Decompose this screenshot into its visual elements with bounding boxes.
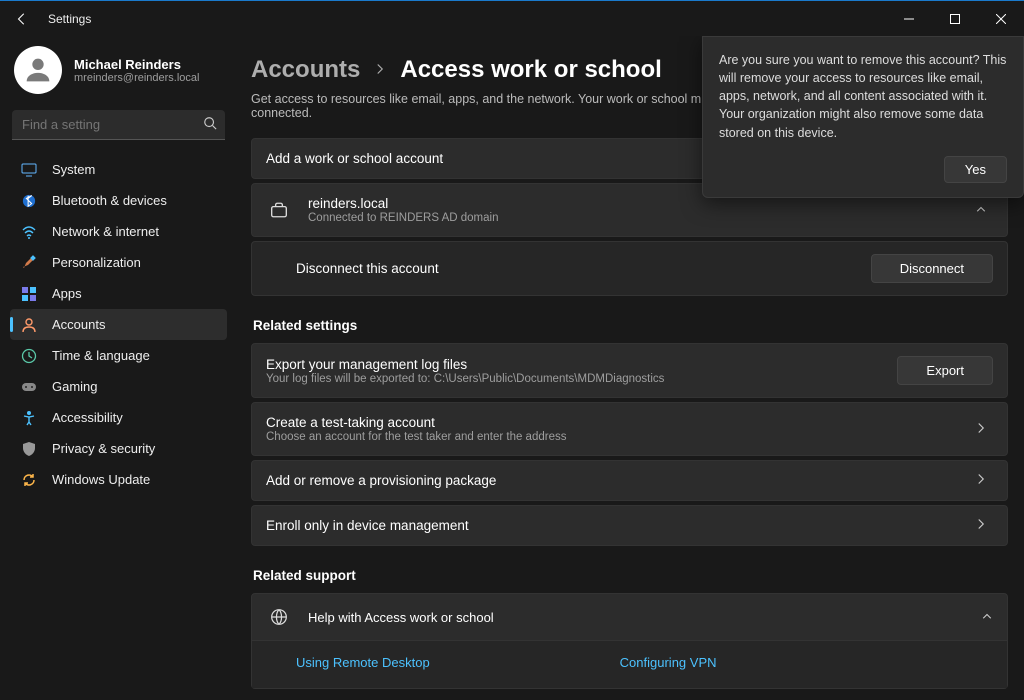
help-panel: Help with Access work or school Using Re… [251, 593, 1008, 689]
accessibility-icon [20, 409, 38, 427]
test-account-title: Create a test-taking account [266, 415, 975, 430]
connected-name: reinders.local [308, 196, 975, 211]
shield-icon [20, 440, 38, 458]
nav-label: Accessibility [52, 410, 123, 425]
profile-email: mreinders@reinders.local [74, 72, 200, 84]
related-support-heading: Related support [253, 568, 1008, 583]
apps-icon [20, 285, 38, 303]
nav-gaming[interactable]: Gaming [10, 371, 227, 402]
chevron-up-icon [975, 203, 993, 218]
confirm-remove-flyout: Are you sure you want to remove this acc… [702, 36, 1024, 198]
nav-label: Accounts [52, 317, 105, 332]
nav-label: Gaming [52, 379, 98, 394]
nav-list: System Bluetooth & devices Network & int… [10, 154, 227, 495]
nav-personalization[interactable]: Personalization [10, 247, 227, 278]
sidebar: Michael Reinders mreinders@reinders.loca… [0, 36, 235, 700]
flyout-text: Are you sure you want to remove this acc… [719, 51, 1007, 142]
search-input[interactable] [12, 110, 225, 140]
bluetooth-icon [20, 192, 38, 210]
close-button[interactable] [978, 3, 1024, 35]
nav-bluetooth[interactable]: Bluetooth & devices [10, 185, 227, 216]
nav-label: Apps [52, 286, 82, 301]
help-title: Help with Access work or school [308, 610, 981, 625]
briefcase-icon [266, 201, 292, 219]
globe-icon [266, 608, 292, 626]
nav-accessibility[interactable]: Accessibility [10, 402, 227, 433]
nav-update[interactable]: Windows Update [10, 464, 227, 495]
nav-label: Bluetooth & devices [52, 193, 167, 208]
nav-apps[interactable]: Apps [10, 278, 227, 309]
titlebar: Settings [0, 0, 1024, 36]
chevron-right-icon [975, 473, 993, 488]
nav-accounts[interactable]: Accounts [10, 309, 227, 340]
nav-system[interactable]: System [10, 154, 227, 185]
help-header[interactable]: Help with Access work or school [252, 594, 1007, 640]
disconnect-label: Disconnect this account [296, 261, 871, 276]
export-panel: Export your management log files Your lo… [251, 343, 1008, 398]
chevron-right-icon [374, 62, 386, 78]
nav-label: Time & language [52, 348, 150, 363]
enroll-panel[interactable]: Enroll only in device management [251, 505, 1008, 546]
nav-label: Personalization [52, 255, 141, 270]
system-icon [20, 161, 38, 179]
minimize-button[interactable] [886, 3, 932, 35]
gaming-icon [20, 378, 38, 396]
related-settings-heading: Related settings [253, 318, 1008, 333]
provisioning-panel[interactable]: Add or remove a provisioning package [251, 460, 1008, 501]
clock-icon [20, 347, 38, 365]
export-sub: Your log files will be exported to: C:\U… [266, 373, 897, 385]
export-title: Export your management log files [266, 357, 897, 372]
flyout-yes-button[interactable]: Yes [944, 156, 1007, 183]
maximize-button[interactable] [932, 3, 978, 35]
chevron-up-icon [981, 610, 993, 625]
search-icon [203, 116, 217, 133]
nav-label: Network & internet [52, 224, 159, 239]
profile-name: Michael Reinders [74, 57, 200, 72]
help-link-remote-desktop[interactable]: Using Remote Desktop [296, 655, 430, 670]
page-title: Access work or school [400, 56, 661, 84]
connected-status: Connected to REINDERS AD domain [308, 212, 975, 224]
nav-network[interactable]: Network & internet [10, 216, 227, 247]
nav-privacy[interactable]: Privacy & security [10, 433, 227, 464]
nav-label: Windows Update [52, 472, 150, 487]
accounts-icon [20, 316, 38, 334]
nav-time[interactable]: Time & language [10, 340, 227, 371]
breadcrumb-root[interactable]: Accounts [251, 56, 360, 84]
chevron-right-icon [975, 518, 993, 533]
test-account-sub: Choose an account for the test taker and… [266, 431, 975, 443]
avatar [14, 46, 62, 94]
back-button[interactable] [10, 7, 34, 31]
export-button[interactable]: Export [897, 356, 993, 385]
enroll-title: Enroll only in device management [266, 518, 975, 533]
nav-label: Privacy & security [52, 441, 155, 456]
window-title: Settings [48, 12, 91, 26]
profile-block[interactable]: Michael Reinders mreinders@reinders.loca… [10, 44, 227, 110]
disconnect-button[interactable]: Disconnect [871, 254, 993, 283]
test-account-panel[interactable]: Create a test-taking account Choose an a… [251, 402, 1008, 456]
main-content: Accounts Access work or school Get acces… [235, 36, 1024, 700]
wifi-icon [20, 223, 38, 241]
brush-icon [20, 254, 38, 272]
help-links: Using Remote Desktop Configuring VPN [252, 640, 1007, 688]
chevron-right-icon [975, 422, 993, 437]
search-box[interactable] [12, 110, 225, 140]
provisioning-title: Add or remove a provisioning package [266, 473, 975, 488]
nav-label: System [52, 162, 95, 177]
update-icon [20, 471, 38, 489]
help-link-vpn[interactable]: Configuring VPN [620, 655, 717, 670]
disconnect-row: Disconnect this account Disconnect [251, 241, 1008, 296]
